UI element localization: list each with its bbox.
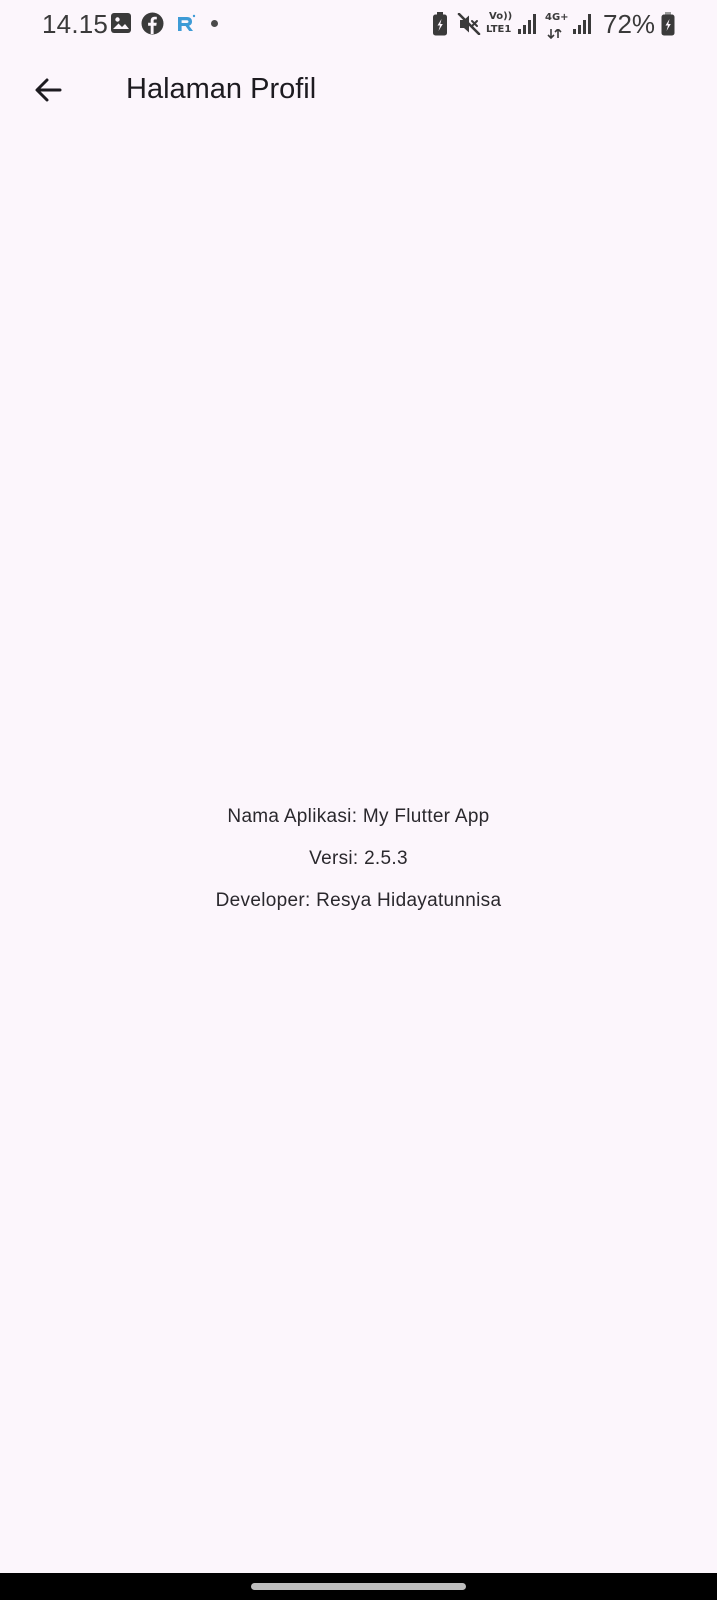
network-4g-label: 4G+ — [545, 12, 569, 23]
battery-charging-icon — [661, 12, 675, 41]
gesture-handle[interactable] — [251, 1583, 466, 1590]
gallery-icon — [110, 12, 132, 39]
app-name-text: Nama Aplikasi: My Flutter App — [227, 806, 490, 827]
arrow-back-icon — [32, 74, 64, 111]
page-title: Halaman Profil — [126, 73, 317, 105]
facebook-icon — [141, 12, 164, 40]
developer-text: Developer: Resya Hidayatunnisa — [215, 890, 502, 911]
data-arrows-icon — [547, 26, 563, 44]
profile-info: Nama Aplikasi: My Flutter App Versi: 2.5… — [0, 796, 717, 922]
lte-label: LTE1 — [486, 24, 512, 35]
status-time: 14.15 — [42, 9, 109, 39]
back-button[interactable] — [24, 68, 72, 116]
version-text: Versi: 2.5.3 — [309, 848, 408, 869]
app-bar: Halaman Profil — [0, 56, 717, 128]
volte-label: Vo)) — [489, 11, 513, 22]
status-bar: 14.15 Vo)) LTE1 4G+ 72% — [0, 0, 717, 48]
system-nav-bar — [0, 1573, 717, 1600]
mute-icon — [457, 12, 481, 40]
signal-2-icon — [573, 13, 593, 40]
battery-saver-icon — [432, 12, 448, 41]
notification-dot-icon — [211, 20, 218, 27]
battery-percent: 72% — [603, 9, 656, 39]
signal-1-icon — [518, 13, 538, 40]
app-r-icon — [175, 13, 197, 40]
